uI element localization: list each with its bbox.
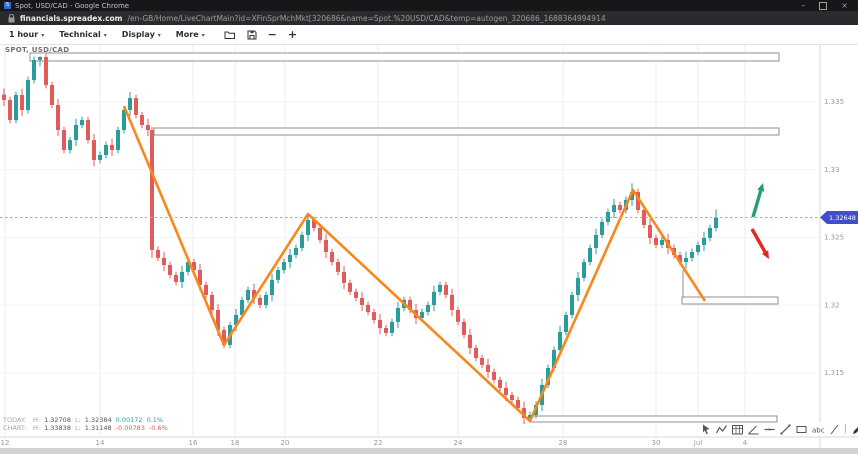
- today-high-value: 1.32708: [44, 416, 71, 424]
- price-tick-label: 1.32: [824, 301, 840, 309]
- close-icon[interactable]: [841, 1, 848, 10]
- date-tick-label: 18: [231, 439, 240, 447]
- legend-today-row: TODAY: H: 1.32708 L: 1.32384 0.00172 0.1…: [3, 416, 168, 424]
- date-tick-label: 30: [652, 439, 661, 447]
- chevron-down-icon: [158, 30, 161, 39]
- svg-text:1.32648: 1.32648: [829, 214, 856, 222]
- window-controls: [801, 1, 858, 10]
- chart-high-value: 1.33838: [44, 424, 71, 432]
- chart-legend: TODAY: H: 1.32708 L: 1.32384 0.00172 0.1…: [3, 416, 168, 432]
- chart-change-pct: -0.6%: [149, 424, 168, 432]
- interval-menu-label: 1 hour: [9, 30, 38, 39]
- date-tick-label: 28: [559, 439, 568, 447]
- date-tick-label: Jul: [693, 439, 703, 447]
- horizontal-line-icon[interactable]: [764, 424, 775, 435]
- drawing-toolbar: abc | ×: [698, 423, 858, 436]
- display-menu[interactable]: Display: [122, 30, 161, 39]
- lock-icon: [8, 14, 15, 23]
- date-tick-label: 12: [1, 439, 10, 447]
- low-label: L:: [75, 416, 81, 424]
- technical-menu[interactable]: Technical: [59, 30, 107, 39]
- date-tick-label: 14: [96, 439, 105, 447]
- price-tick-label: 1.335: [824, 98, 844, 106]
- today-change-value: 0.00172: [116, 416, 143, 424]
- ray-icon[interactable]: [830, 424, 839, 435]
- legend-chart-row: CHART: H: 1.33838 L: 1.31148 -0.00783 -0…: [3, 424, 168, 432]
- chart-toolbar: 1 hour Technical Display More: [0, 25, 858, 45]
- chart-change-value: -0.00783: [116, 424, 145, 432]
- date-tick-label: 4: [743, 439, 748, 447]
- toolbar-separator: |: [844, 424, 847, 435]
- price-tick-label: 1.33: [824, 166, 840, 174]
- open-folder-icon[interactable]: [224, 30, 236, 40]
- current-price-badge: 1.32648: [820, 211, 858, 224]
- chevron-down-icon: [41, 30, 44, 39]
- window-edge-strip: [0, 448, 858, 454]
- chevron-down-icon: [104, 30, 107, 39]
- chevron-down-icon: [202, 30, 205, 39]
- more-menu-label: More: [176, 30, 199, 39]
- address-bar[interactable]: financials.spreadex.com/en-GB/Home/LiveC…: [0, 11, 858, 25]
- date-tick-label: 24: [454, 439, 463, 447]
- display-menu-label: Display: [122, 30, 155, 39]
- trend-angle-icon[interactable]: [748, 424, 759, 435]
- price-chart-canvas[interactable]: 1.335 1.33 1.325 1.32 1.315 12 14 16 18 20 22 24 28 3…: [0, 0, 858, 454]
- price-zone[interactable]: [154, 128, 779, 135]
- price-tick-label: 1.315: [824, 369, 844, 377]
- rectangle-tool-icon[interactable]: [796, 424, 807, 435]
- today-change-pct: 0.1%: [147, 416, 164, 424]
- date-tick-label: 22: [374, 439, 383, 447]
- price-axis[interactable]: [820, 45, 858, 454]
- cursor-icon[interactable]: [701, 424, 711, 435]
- high-label: H:: [33, 416, 40, 424]
- chart-low-value: 1.31148: [85, 424, 112, 432]
- price-zone[interactable]: [30, 53, 779, 61]
- today-low-value: 1.32384: [85, 416, 112, 424]
- zoom-out-icon[interactable]: [268, 28, 277, 41]
- legend-chart-label: CHART:: [3, 424, 29, 432]
- more-menu[interactable]: More: [176, 30, 205, 39]
- legend-today-label: TODAY:: [3, 416, 29, 424]
- maximize-icon[interactable]: [819, 2, 827, 10]
- url-domain: financials.spreadex.com: [20, 14, 123, 23]
- pencil-icon[interactable]: [852, 424, 858, 435]
- site-favicon: S: [4, 2, 11, 9]
- high-label: H:: [33, 424, 40, 432]
- zoom-in-icon[interactable]: [288, 28, 297, 41]
- svg-text:abc: abc: [812, 427, 825, 435]
- text-tool-icon[interactable]: abc: [812, 424, 825, 435]
- price-tick-label: 1.325: [824, 234, 844, 242]
- price-zone[interactable]: [530, 416, 777, 422]
- date-tick-label: 20: [281, 439, 290, 447]
- date-tick-label: 16: [189, 439, 198, 447]
- technical-menu-label: Technical: [59, 30, 101, 39]
- window-title: Spot, USD/CAD - Google Chrome: [15, 2, 129, 10]
- symbol-label: SPOT, USD/CAD: [5, 46, 69, 54]
- url-path: /en-GB/Home/LiveChartMain?id=XFinSprMchM…: [128, 14, 606, 23]
- interval-menu[interactable]: 1 hour: [9, 30, 44, 39]
- price-zone[interactable]: [682, 297, 778, 304]
- window-titlebar: S Spot, USD/CAD - Google Chrome: [0, 0, 858, 11]
- grid-icon[interactable]: [732, 424, 743, 435]
- polyline-icon[interactable]: [716, 424, 727, 435]
- low-label: L:: [75, 424, 81, 432]
- browser-window: S Spot, USD/CAD - Google Chrome financia…: [0, 0, 858, 454]
- minimize-icon[interactable]: [801, 1, 805, 10]
- save-icon[interactable]: [247, 30, 257, 40]
- trendline-icon[interactable]: [780, 424, 791, 435]
